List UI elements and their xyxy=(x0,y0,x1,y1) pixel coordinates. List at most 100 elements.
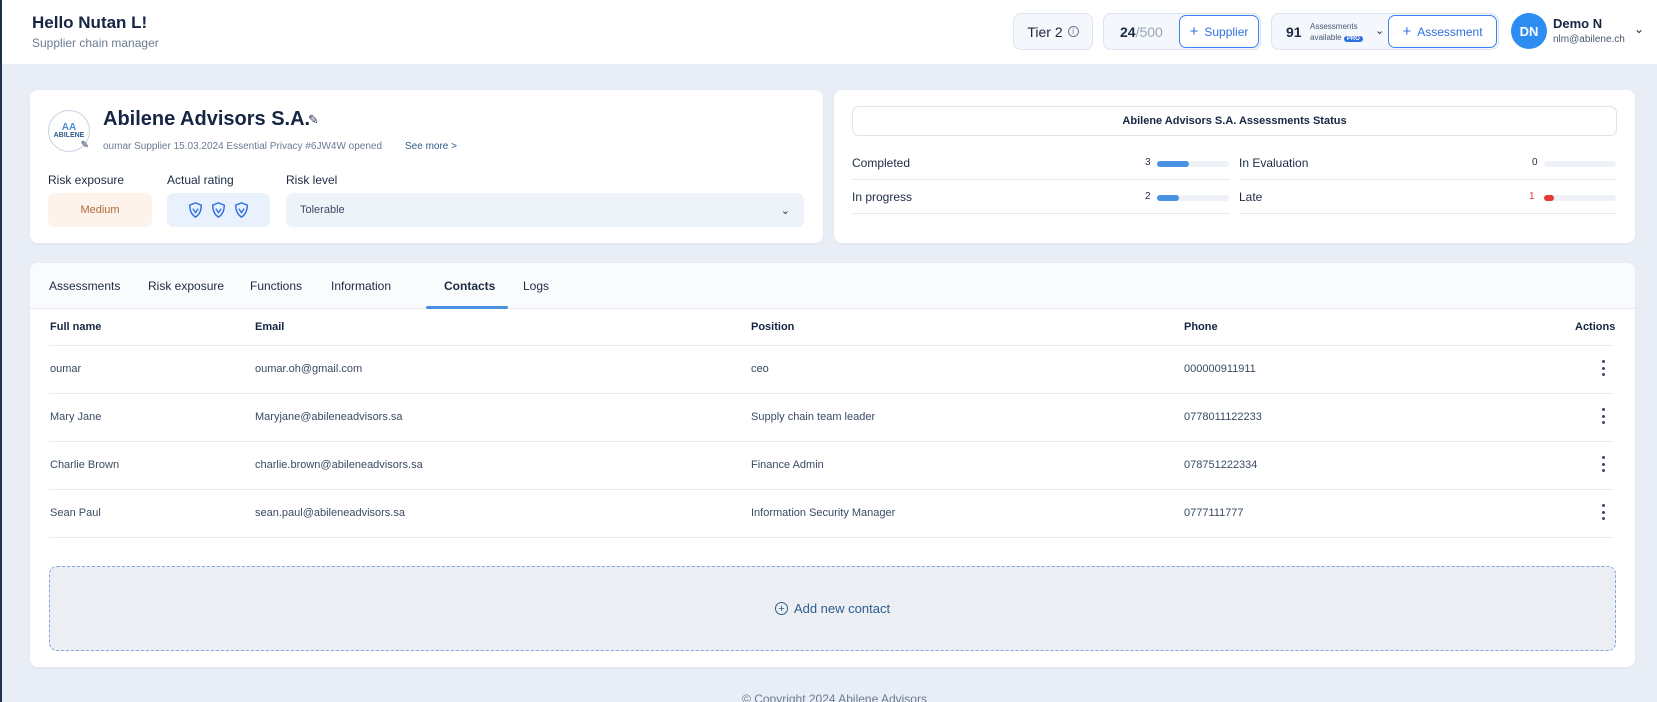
actual-rating-label: Actual rating xyxy=(167,173,234,187)
add-supplier-button[interactable]: + Supplier xyxy=(1179,15,1259,48)
chevron-down-icon[interactable]: ⌄ xyxy=(1375,24,1384,37)
contact-position: Finance Admin xyxy=(751,459,824,471)
contact-phone: 000000911911 xyxy=(1184,363,1256,375)
status-progress-bar xyxy=(1157,161,1229,167)
tab-risk-exposure[interactable]: Risk exposure xyxy=(148,279,224,293)
status-label: Late xyxy=(1239,189,1263,204)
user-email: nlm@abilene.ch xyxy=(1553,34,1625,45)
tier-label: Tier 2 xyxy=(1027,23,1063,40)
tier-badge[interactable]: Tier 2 i xyxy=(1013,13,1093,50)
contact-position: Information Security Manager xyxy=(751,507,896,519)
active-tab-indicator xyxy=(426,306,508,309)
status-count: 2 xyxy=(1145,191,1151,202)
column-header-phone: Phone xyxy=(1184,321,1218,333)
plus-icon: + xyxy=(1189,23,1199,40)
user-name: Demo N xyxy=(1553,16,1603,31)
plus-icon: + xyxy=(1402,23,1412,40)
contact-name: Mary Jane xyxy=(50,411,102,423)
contact-name: Charlie Brown xyxy=(50,459,120,471)
status-progress-bar xyxy=(1157,195,1229,201)
status-progress-fill xyxy=(1157,161,1190,167)
status-label: Completed xyxy=(852,155,911,170)
add-assessment-button[interactable]: + Assessment xyxy=(1388,15,1497,48)
tab-information[interactable]: Information xyxy=(331,279,391,293)
status-progress-fill xyxy=(1157,195,1179,201)
contact-email: oumar.oh@gmail.com xyxy=(255,363,363,375)
status-title: Abilene Advisors S.A. Assessments Status xyxy=(852,106,1617,136)
more-actions-icon[interactable] xyxy=(1600,360,1606,376)
tab-functions[interactable]: Functions xyxy=(250,279,302,293)
tab-assessments[interactable]: Assessments xyxy=(49,279,120,293)
column-header-position: Position xyxy=(751,321,795,333)
status-row: Completed 3 xyxy=(852,146,1230,180)
greeting-block: Hello Nutan L! Supplier chain manager xyxy=(32,13,159,50)
assessments-counter: 91 Assessments available PRO ⌄ + Assessm… xyxy=(1271,13,1499,50)
supplier-count: 24/500 xyxy=(1120,24,1163,40)
tabs-card: Assessments Risk exposure Functions Info… xyxy=(30,263,1635,667)
info-icon[interactable]: i xyxy=(1067,26,1079,37)
status-count: 0 xyxy=(1532,157,1538,168)
more-actions-icon[interactable] xyxy=(1600,408,1606,424)
assessments-status-card: Abilene Advisors S.A. Assessments Status… xyxy=(834,90,1635,243)
add-contact-button[interactable]: + Add new contact xyxy=(49,566,1616,651)
status-label: In Evaluation xyxy=(1239,155,1309,170)
table-row: oumar oumar.oh@gmail.com ceo 000000911911 xyxy=(49,346,1614,394)
tab-contacts[interactable]: Contacts xyxy=(444,279,495,293)
status-count: 1 xyxy=(1529,191,1535,202)
pro-badge: PRO xyxy=(1343,36,1363,42)
status-count: 3 xyxy=(1145,157,1151,168)
supplier-limit: /500 xyxy=(1135,24,1163,40)
greeting-title: Hello Nutan L! xyxy=(32,13,148,32)
add-supplier-label: Supplier xyxy=(1204,24,1249,39)
table-row: Mary Jane Maryjane@abileneadvisors.sa Supp… xyxy=(49,394,1614,442)
see-more-link[interactable]: See more > xyxy=(405,141,457,152)
tab-bar: Assessments Risk exposure Functions Info… xyxy=(30,263,1635,309)
shield-icon xyxy=(189,202,202,218)
assessments-count: 91 xyxy=(1286,24,1302,40)
contact-position: ceo xyxy=(751,363,769,375)
avatar[interactable]: DN xyxy=(1511,13,1547,49)
status-label: In progress xyxy=(852,189,913,204)
assessments-available-label: Assessments available PRO xyxy=(1310,21,1363,45)
actual-rating-shields xyxy=(167,193,270,227)
shield-icon xyxy=(235,202,248,218)
chevron-down-icon: ⌄ xyxy=(780,204,790,217)
status-row: Late 1 xyxy=(1239,180,1617,214)
column-header-full-name: Full name xyxy=(50,321,102,333)
column-header-email: Email xyxy=(255,321,285,333)
risk-exposure-label: Risk exposure xyxy=(48,173,125,187)
status-row: In progress 2 xyxy=(852,180,1230,214)
pencil-icon[interactable]: ✎ xyxy=(308,112,319,128)
status-progress-bar xyxy=(1544,161,1616,167)
column-header-actions: Actions xyxy=(1575,321,1616,333)
status-progress-bar xyxy=(1544,195,1616,201)
risk-level-label: Risk level xyxy=(286,173,338,187)
risk-level-value: Tolerable xyxy=(300,204,345,216)
supplier-counter: 24/500 + Supplier xyxy=(1103,13,1261,50)
contact-phone: 0777111777 xyxy=(1184,507,1244,519)
risk-level-select[interactable]: Tolerable ⌄ xyxy=(286,193,804,227)
company-logo[interactable]: AA ABILENE ✎ xyxy=(48,110,90,152)
footer-copyright: © Copyright 2024 Abilene Advisors xyxy=(742,692,927,702)
pencil-icon[interactable]: ✎ xyxy=(81,140,89,151)
top-bar: Hello Nutan L! Supplier chain manager Ti… xyxy=(2,0,1657,64)
contact-name: oumar xyxy=(50,363,82,375)
more-actions-icon[interactable] xyxy=(1600,456,1606,472)
contact-email: sean.paul@abileneadvisors.sa xyxy=(255,507,405,519)
table-row: Sean Paul sean.paul@abileneadvisors.sa Inf… xyxy=(49,490,1614,538)
contact-phone: 0778011122233 xyxy=(1184,411,1262,423)
company-card: AA ABILENE ✎ Abilene Advisors S.A. ✎ oum… xyxy=(30,90,823,243)
chevron-down-icon[interactable]: ⌄ xyxy=(1634,22,1644,36)
contact-name: Sean Paul xyxy=(50,507,101,519)
user-info[interactable]: Demo N nlm@abilene.ch xyxy=(1553,16,1625,45)
more-actions-icon[interactable] xyxy=(1600,504,1606,520)
status-row: In Evaluation 0 xyxy=(1239,146,1617,180)
user-role: Supplier chain manager xyxy=(32,36,159,50)
risk-exposure-badge: Medium xyxy=(48,193,152,227)
company-meta: oumar Supplier 15.03.2024 Essential Priv… xyxy=(103,141,383,152)
tab-logs[interactable]: Logs xyxy=(523,279,549,293)
add-circle-icon: + xyxy=(774,602,788,615)
add-assessment-label: Assessment xyxy=(1417,24,1483,39)
status-progress-fill xyxy=(1544,195,1555,201)
contact-phone: 078751222334 xyxy=(1184,459,1258,471)
